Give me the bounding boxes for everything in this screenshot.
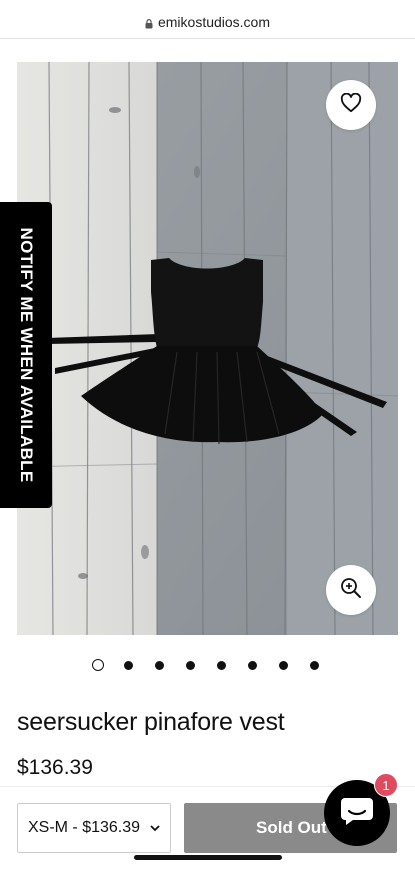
chevron-down-icon (150, 819, 160, 837)
product-photo (17, 62, 398, 635)
url-text: emikostudios.com (157, 14, 271, 30)
gallery-dot-3[interactable] (155, 660, 164, 670)
zoom-button[interactable] (326, 565, 376, 615)
header-divider (0, 38, 415, 39)
notify-me-label: NOTIFY ME WHEN AVAILABLE (17, 227, 36, 483)
gallery-dot-7[interactable] (279, 660, 288, 670)
gallery-dot-8[interactable] (310, 660, 319, 670)
product-price: $136.39 (17, 756, 93, 779)
zoom-in-icon (339, 576, 363, 605)
status-bar (0, 0, 415, 8)
product-image-gallery[interactable] (17, 62, 398, 635)
gallery-dot-1[interactable] (92, 659, 104, 671)
gallery-dot-2[interactable] (124, 660, 133, 670)
gallery-dot-5[interactable] (217, 660, 226, 670)
chat-notification-badge: 1 (374, 773, 398, 797)
gallery-dot-4[interactable] (186, 660, 195, 670)
url-bar[interactable]: emikostudios.com (0, 8, 415, 36)
lock-icon (145, 18, 153, 28)
home-indicator (134, 855, 282, 860)
notify-me-button[interactable]: NOTIFY ME WHEN AVAILABLE (0, 202, 52, 508)
variant-select[interactable]: XS-M - $136.39 (17, 803, 171, 853)
gallery-pagination (90, 657, 341, 673)
chat-bubble-icon (339, 794, 375, 833)
variant-select-value: XS-M - $136.39 (27, 819, 141, 836)
gallery-dot-6[interactable] (248, 660, 257, 670)
product-title: seersucker pinafore vest (17, 708, 285, 736)
wishlist-button[interactable] (326, 80, 376, 130)
sold-out-label: Sold Out (256, 818, 327, 837)
heart-icon (340, 92, 362, 118)
